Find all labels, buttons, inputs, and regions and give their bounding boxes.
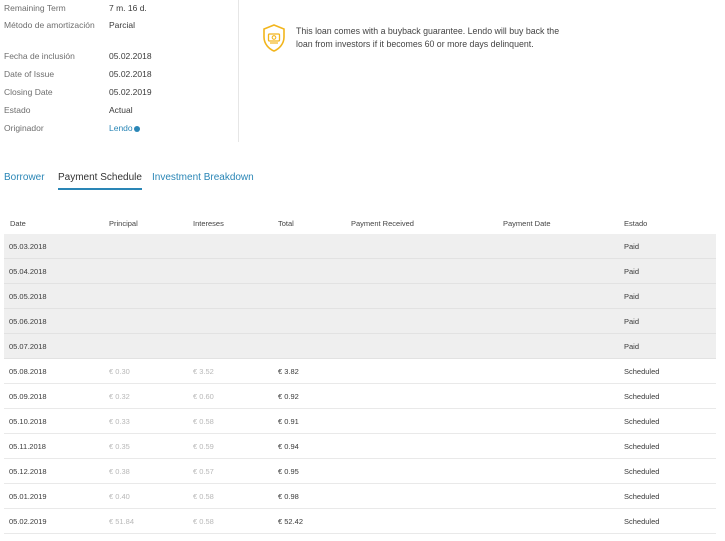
column-header-date: Date [10, 219, 26, 228]
detail-value: Actual [109, 105, 133, 115]
column-header-principal: Principal [109, 219, 138, 228]
cell-status: Scheduled [624, 467, 660, 476]
cell-status: Scheduled [624, 417, 660, 426]
cell-status: Scheduled [624, 442, 660, 451]
cell-status: Scheduled [624, 492, 660, 501]
loan-details-panel: Remaining Term 7 m. 16 d. Método de amor… [0, 0, 239, 142]
cell-interest: € 0.58 [193, 492, 214, 501]
column-header-total: Total [278, 219, 294, 228]
column-header-status: Estado [624, 219, 648, 228]
cell-status: Paid [624, 242, 640, 251]
cell-status: Paid [624, 267, 640, 276]
table-row: 05.01.2019 € 0.40 € 0.58 € 0.98 Scheduled [4, 484, 716, 509]
cell-principal: € 0.33 [109, 417, 130, 426]
cell-date: 05.04.2018 [9, 267, 47, 276]
detail-value: 05.02.2018 [109, 51, 152, 61]
tab-borrower[interactable]: Borrower [4, 172, 45, 188]
cell-principal: € 0.35 [109, 442, 130, 451]
table-row: 05.04.2018 Paid [4, 259, 716, 284]
cell-interest: € 0.60 [193, 392, 214, 401]
table-row: 05.05.2018 Paid [4, 284, 716, 309]
cell-date: 05.08.2018 [9, 367, 47, 376]
table-row: 05.10.2018 € 0.33 € 0.58 € 0.91 Scheduled [4, 409, 716, 434]
cell-principal: € 0.40 [109, 492, 130, 501]
detail-label: Originador [4, 123, 44, 133]
cell-total: € 0.92 [278, 392, 299, 401]
cell-total: € 3.82 [278, 367, 299, 376]
cell-status: Paid [624, 292, 640, 301]
cell-date: 05.09.2018 [9, 392, 47, 401]
cell-total: € 0.95 [278, 467, 299, 476]
column-header-interest: Intereses [193, 219, 224, 228]
shield-money-icon [263, 24, 285, 52]
table-row: 05.06.2018 Paid [4, 309, 716, 334]
detail-value: Parcial [109, 20, 135, 30]
cell-date: 05.07.2018 [9, 342, 47, 351]
cell-interest: € 0.57 [193, 467, 214, 476]
table-row: 05.07.2018 Paid [4, 334, 716, 359]
cell-interest: € 0.58 [193, 517, 214, 526]
cell-principal: € 0.32 [109, 392, 130, 401]
column-header-payment-date: Payment Date [503, 219, 551, 228]
tab-investment-breakdown[interactable]: Investment Breakdown [152, 172, 254, 188]
cell-date: 05.02.2019 [9, 517, 47, 526]
detail-label: Date of Issue [4, 69, 55, 79]
cell-status: Paid [624, 342, 640, 351]
detail-value: 7 m. 16 d. [109, 3, 147, 13]
detail-label: Método de amortización [4, 20, 95, 30]
cell-interest: € 0.59 [193, 442, 214, 451]
cell-date: 05.01.2019 [9, 492, 47, 501]
cell-date: 05.11.2018 [9, 442, 46, 451]
cell-date: 05.12.2018 [9, 467, 47, 476]
cell-principal: € 51.84 [109, 517, 135, 526]
detail-value: Lendo [109, 122, 234, 134]
cell-total: € 52.42 [278, 517, 304, 526]
table-row: 05.12.2018 € 0.38 € 0.57 € 0.95 Scheduled [4, 459, 716, 484]
table-body: 05.03.2018 Paid 05.04.2018 Paid 05.05.2018 Pa… [4, 234, 716, 534]
cell-status: Scheduled [624, 367, 660, 376]
info-icon[interactable] [133, 125, 140, 132]
cell-principal: € 0.30 [109, 367, 130, 376]
detail-value: 05.02.2019 [109, 87, 152, 97]
tab-payment-schedule[interactable]: Payment Schedule [58, 172, 142, 190]
table-row: 05.03.2018 Paid [4, 234, 716, 259]
table-row: 05.09.2018 € 0.32 € 0.60 € 0.92 Scheduled [4, 384, 716, 409]
cell-status: Scheduled [624, 392, 660, 401]
cell-status: Scheduled [624, 517, 660, 526]
cell-interest: € 3.52 [193, 367, 214, 376]
detail-label: Closing Date [4, 87, 53, 97]
cell-principal: € 0.38 [109, 467, 130, 476]
detail-label: Remaining Term [4, 3, 66, 13]
cell-total: € 0.98 [278, 492, 299, 501]
table-row: 05.02.2019 € 51.84 € 0.58 € 52.42 Scheduled [4, 509, 716, 534]
cell-date: 05.03.2018 [9, 242, 47, 251]
cell-status: Paid [624, 317, 640, 326]
cell-total: € 0.94 [278, 442, 299, 451]
cell-date: 05.05.2018 [9, 292, 47, 301]
cell-total: € 0.91 [278, 417, 299, 426]
table-row: 05.08.2018 € 0.30 € 3.52 € 3.82 Scheduled [4, 359, 716, 384]
originator-link[interactable]: Lendo [109, 123, 133, 133]
detail-label: Estado [4, 105, 31, 115]
cell-interest: € 0.58 [193, 417, 214, 426]
table-row: 05.11.2018 € 0.35 € 0.59 € 0.94 Scheduled [4, 434, 716, 459]
buyback-text: This loan comes with a buyback guarantee… [296, 26, 560, 49]
cell-date: 05.06.2018 [9, 317, 47, 326]
column-header-payment-received: Payment Received [351, 219, 414, 228]
cell-date: 05.10.2018 [9, 417, 47, 426]
table-header: Date Principal Intereses Total Payment R… [4, 212, 716, 234]
detail-value: 05.02.2018 [109, 69, 152, 79]
payment-schedule-table: Date Principal Intereses Total Payment R… [4, 212, 716, 534]
detail-label: Fecha de inclusión [4, 51, 75, 61]
